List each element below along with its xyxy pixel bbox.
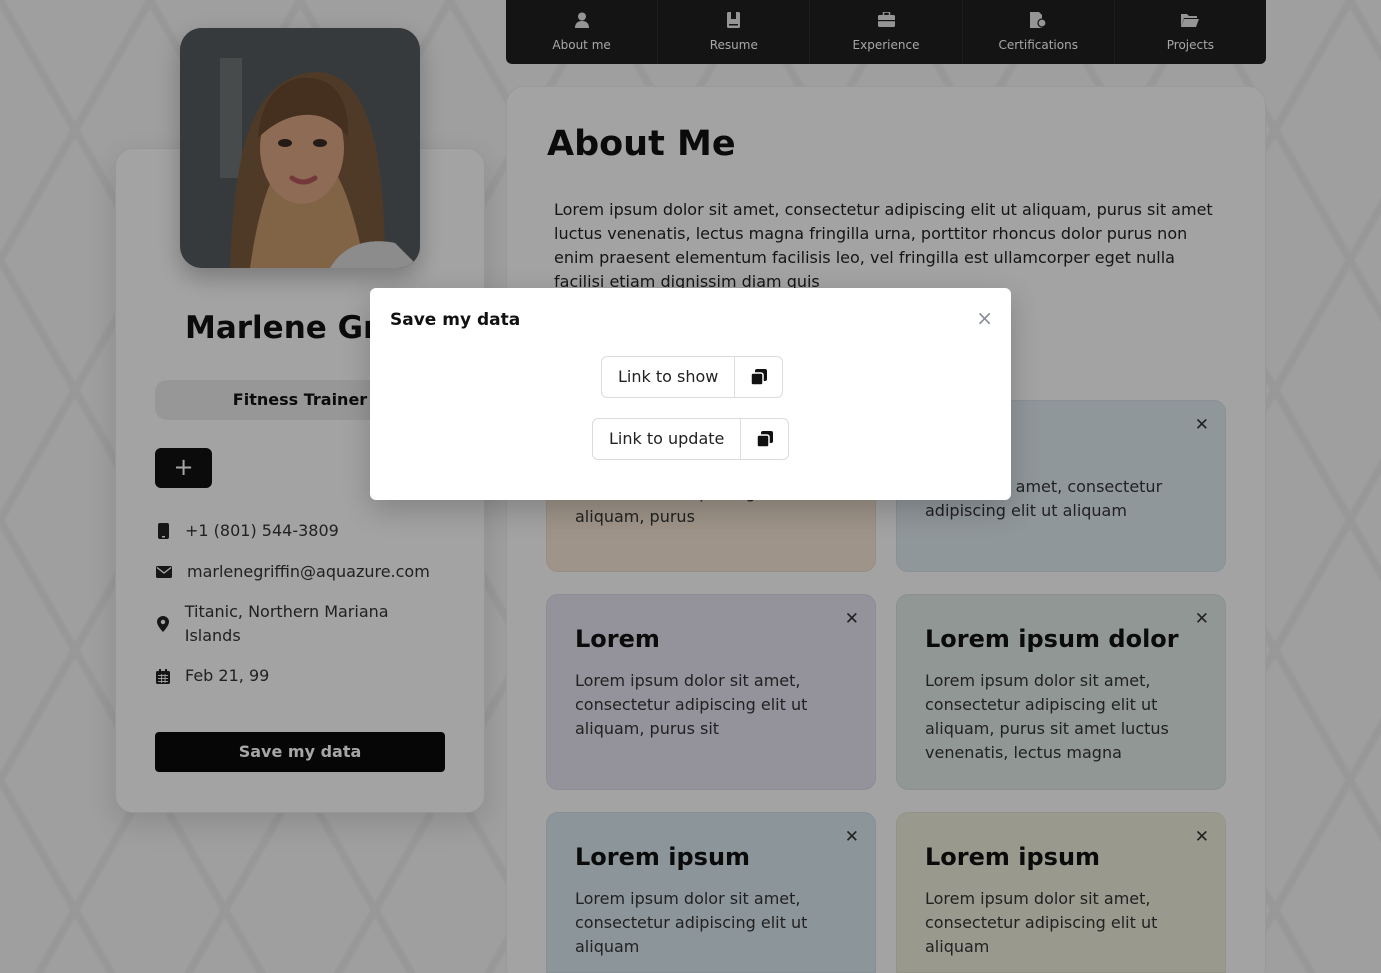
save-data-modal: Save my data × Link to show Link to upda… bbox=[370, 288, 1011, 500]
close-icon[interactable]: × bbox=[976, 308, 993, 328]
copy-icon[interactable] bbox=[740, 419, 788, 459]
link-to-update-button[interactable]: Link to update bbox=[593, 419, 740, 459]
copy-icon[interactable] bbox=[734, 357, 782, 397]
link-show-group: Link to show bbox=[601, 356, 784, 398]
link-to-show-button[interactable]: Link to show bbox=[602, 357, 734, 397]
modal-title: Save my data bbox=[390, 310, 521, 330]
link-update-group: Link to update bbox=[592, 418, 790, 460]
